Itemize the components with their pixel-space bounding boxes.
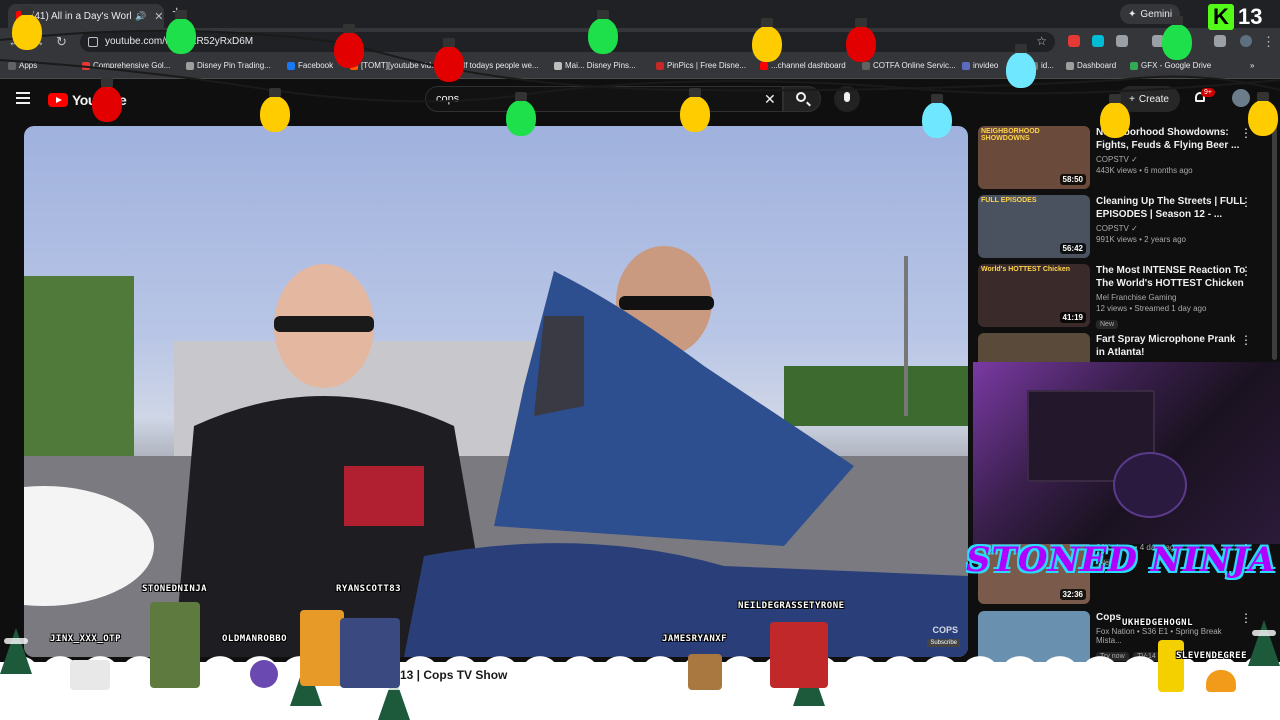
thumbnail-label: FULL EPISODES	[981, 197, 1037, 204]
chatter-name-tag: NEILDEGRASSETYRONE	[738, 601, 845, 611]
scrollbar[interactable]	[1272, 110, 1277, 360]
video-watermark: COPS	[932, 625, 958, 635]
chatter-name-tag: JINX_XXX_OTP	[50, 634, 122, 644]
chatter-name-tag: STONEDNINJA	[142, 584, 208, 594]
video-subscribe-button[interactable]: Subscribe	[927, 639, 960, 647]
recommendation-meta: The Most INTENSE Reaction To The World's…	[1096, 264, 1246, 331]
red-light-bulb-icon	[434, 38, 464, 82]
yellow-light-bulb-icon	[752, 18, 782, 62]
channel-name[interactable]: COPSTV ✓	[1096, 155, 1246, 164]
video-title: 13 | Cops TV Show	[400, 668, 508, 682]
video-stats: 12 views • Streamed 1 day ago	[1096, 304, 1207, 313]
video-stats: 991K views • 2 years ago	[1096, 235, 1186, 244]
chatter-name-tag: JAMESRYANXF	[662, 634, 728, 644]
recommendation-meta: Fart Spray Microphone Prank in Atlanta!	[1096, 333, 1246, 359]
sprite-dog	[688, 654, 722, 690]
video-frame	[24, 246, 968, 657]
red-light-bulb-icon	[846, 18, 876, 62]
channel-name-text: COPSTV	[1096, 155, 1129, 164]
sprite-fighter	[300, 610, 344, 686]
christmas-tree-icon	[0, 628, 32, 674]
recommendation-title[interactable]: The Most INTENSE Reaction To The World's…	[1096, 264, 1246, 290]
sprite-character	[1158, 640, 1184, 692]
yellow-light-bulb-icon	[680, 88, 710, 132]
video-duration: 56:42	[1059, 243, 1086, 254]
sprite-ghost	[250, 660, 278, 688]
yellow-light-bulb-icon	[1100, 94, 1130, 138]
recommendation-title[interactable]: Fart Spray Microphone Prank in Atlanta!	[1096, 333, 1246, 359]
recommendation-item[interactable]: World's HOTTEST Chicken 41:19 The Most INT…	[978, 264, 1264, 330]
video-thumbnail[interactable]: World's HOTTEST Chicken 41:19	[978, 264, 1090, 327]
recommendation-meta: Cleaning Up The Streets | FULL EPISODES …	[1096, 195, 1246, 244]
more-actions-icon[interactable]: ⋮	[1240, 333, 1252, 347]
yellow-light-bulb-icon	[1248, 92, 1278, 136]
sprite-mech	[340, 618, 400, 688]
channel-name-text: Mel Franchise Gaming	[1096, 293, 1177, 302]
chatter-name-tag: UKHEDGEHOGNL	[1122, 618, 1194, 628]
thumbnail-label: World's HOTTEST Chicken	[981, 266, 1071, 273]
green-light-bulb-icon	[506, 92, 536, 136]
green-light-bulb-icon	[166, 10, 196, 54]
chatter-name-tag: RYANSCOTT83	[336, 584, 402, 594]
channel-name[interactable]: COPSTV ✓	[1096, 224, 1246, 233]
more-actions-icon[interactable]: ⋮	[1240, 264, 1252, 278]
sprite-cat	[70, 660, 110, 690]
stream-brand-text: STONED NINJA	[966, 540, 1277, 580]
video-tag: New	[1096, 320, 1119, 329]
christmas-tree-icon	[1248, 620, 1280, 666]
webcam-overlay	[973, 362, 1280, 544]
light-string	[0, 29, 1280, 103]
red-light-bulb-icon	[92, 78, 122, 122]
more-actions-icon[interactable]: ⋮	[1240, 195, 1252, 209]
channel-name-text: COPSTV	[1096, 224, 1129, 233]
blue-light-bulb-icon	[922, 94, 952, 138]
green-light-bulb-icon	[588, 10, 618, 54]
video-thumbnail[interactable]: FULL EPISODES 56:42	[978, 195, 1090, 258]
red-light-bulb-icon	[334, 24, 364, 68]
recommendation-title[interactable]: Cleaning Up The Streets | FULL EPISODES …	[1096, 195, 1246, 221]
yellow-light-bulb-icon	[260, 88, 290, 132]
verified-icon: ✓	[1131, 155, 1138, 164]
yellow-light-bulb-icon	[12, 6, 42, 50]
chatter-name-tag: SLEVENDEGREE	[1176, 651, 1248, 661]
sprite-armor	[770, 622, 828, 688]
video-stats: 443K views • 6 months ago	[1096, 166, 1193, 175]
sprite-soldier	[150, 602, 200, 688]
webcam-streamer	[1113, 452, 1187, 518]
blue-light-bulb-icon	[1006, 44, 1036, 88]
channel-name[interactable]: Mel Franchise Gaming	[1096, 293, 1246, 302]
video-duration: 41:19	[1059, 312, 1086, 323]
video-duration: 32:36	[1059, 589, 1086, 600]
recommendation-item[interactable]: FULL EPISODES 56:42 Cleaning Up The Street…	[978, 195, 1264, 261]
verified-icon: ✓	[1131, 224, 1138, 233]
video-duration: 58:50	[1059, 174, 1086, 185]
green-light-bulb-icon	[1162, 16, 1192, 60]
sprite-blob	[1206, 670, 1236, 692]
video-player[interactable]: COPS Subscribe	[24, 126, 968, 657]
chatter-name-tag: OLDMANROBBO	[222, 634, 288, 644]
